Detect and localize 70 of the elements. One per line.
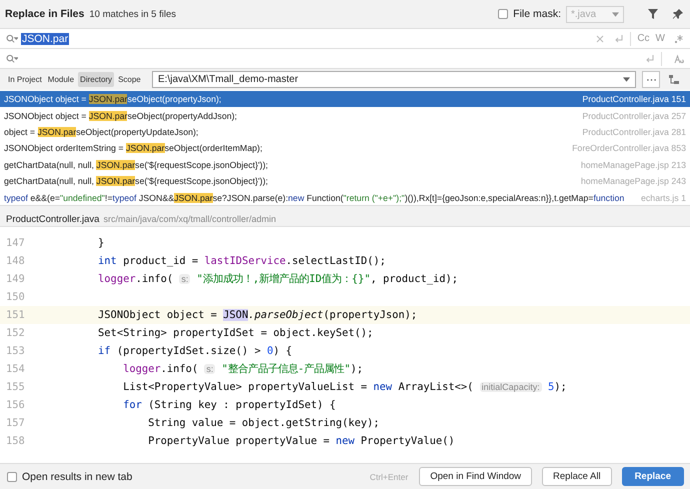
line-number: 148 xyxy=(5,255,26,267)
result-location: homeManagePage.jsp 243 xyxy=(580,176,686,186)
pin-icon[interactable] xyxy=(672,8,684,20)
scope-tab[interactable]: Scope xyxy=(116,72,143,87)
code-line: for (String key : propertyIdSet) { xyxy=(122,399,336,411)
result-row[interactable]: typeof e&&(e="undefined"!=typeof JSON&&JSON.parse?JSON.parse(e):new Function("return ("+e+");")()),Rx[t]={geoJson:e,specialAreas:n}},t.getMap=function echarts.js 1 xyxy=(0,189,690,206)
result-text: typeof e&&(e="undefined"!=typeof JSON&&JSON.parse?JSON.parse(e):new Function("return ("+e+");")()),Rx[t]={geoJson:e,specialAreas:n}},t.getMap=function xyxy=(4,192,624,203)
clear-icon[interactable] xyxy=(595,34,606,44)
line-number: 147 xyxy=(5,237,26,249)
shortcut-hint: Ctrl+Enter xyxy=(370,472,408,482)
code-line: logger.info( s: "添加成功！,新增产品的ID值为：{}", product_id); xyxy=(97,272,458,286)
result-text: getChartData(null, null, JSON.parse('${requestScope.jsonObject}')); xyxy=(4,176,268,186)
preview-file-path: src/main/java/com/xq/tmall/controller/admin xyxy=(103,214,276,224)
code-line: logger.info( s: "整合产品子信息-产品属性"); xyxy=(122,362,363,376)
newline-icon[interactable] xyxy=(614,34,624,44)
directory-field[interactable]: E:\java\XM\Tmall_demo-master xyxy=(152,71,636,88)
replace-field[interactable] xyxy=(0,48,690,68)
recursive-icon[interactable] xyxy=(668,74,680,86)
scope-tab[interactable]: Module xyxy=(46,72,76,87)
result-location: ProductController.java 281 xyxy=(582,126,686,137)
code-line: List<PropertyValue> propertyValueList = new ArrayList<>( initialCapacity: 5); xyxy=(122,381,567,393)
line-number: 157 xyxy=(5,417,26,429)
result-location: ProductController.java 151 xyxy=(582,94,686,104)
result-location: homeManagePage.jsp 213 xyxy=(580,160,686,170)
dialog-button[interactable]: Replace xyxy=(622,467,684,486)
preview-file-name: ProductController.java xyxy=(6,214,100,224)
line-number: 151 xyxy=(5,309,26,321)
line-number: 158 xyxy=(5,435,26,447)
match-summary: 10 matches in 5 files xyxy=(89,8,176,20)
line-number: 152 xyxy=(5,327,26,339)
code-line: PropertyValue propertyValue = new PropertyValue() xyxy=(147,435,455,447)
search-icon xyxy=(6,34,18,43)
new-tab-label: Open results in new tab xyxy=(22,470,132,482)
dialog-button[interactable]: Open in Find Window xyxy=(419,467,532,486)
result-location: ProductController.java 257 xyxy=(582,110,686,121)
file-mask-label: File mask: xyxy=(513,8,561,20)
regex-icon[interactable] xyxy=(674,34,684,44)
line-number: 149 xyxy=(5,273,26,285)
dropdown-arrow-icon[interactable] xyxy=(623,77,630,82)
new-tab-checkbox[interactable] xyxy=(7,472,17,482)
filter-icon[interactable] xyxy=(647,8,659,20)
search-icon xyxy=(6,54,18,63)
dropdown-arrow-icon[interactable] xyxy=(612,12,619,16)
line-number: 150 xyxy=(5,291,26,303)
result-row[interactable]: getChartData(null, null, JSON.parse('${requestScope.jsonObject}')); homeManagePage.jsp 243 xyxy=(0,172,690,190)
newline-icon[interactable] xyxy=(645,54,655,64)
result-row[interactable]: getChartData(null, null, JSON.parse('${requestScope.jsonObject}')); homeManagePage.jsp 213 xyxy=(0,156,690,173)
search-field[interactable]: JSON.par Cc W xyxy=(0,28,690,48)
line-number: 156 xyxy=(5,399,26,411)
line-number: 153 xyxy=(5,345,26,357)
browse-button[interactable] xyxy=(642,71,660,88)
line-number: 155 xyxy=(5,381,26,393)
file-mask-checkbox[interactable] xyxy=(498,9,508,19)
line-number: 154 xyxy=(5,363,26,375)
result-location: echarts.js 1 xyxy=(641,192,686,203)
code-line: if (propertyIdSet.size() > 0) { xyxy=(97,345,292,357)
result-row[interactable]: JSONObject orderItemString = JSON.parseObject(orderItemMap); ForeOrderController.java 853 xyxy=(0,140,690,157)
dialog-button[interactable]: Replace All xyxy=(542,467,612,486)
code-line: int product_id = lastIDService.selectLastID(); xyxy=(97,255,386,267)
result-text: JSONObject orderItemString = JSON.parseObject(orderItemMap); xyxy=(4,143,262,154)
code-line: JSONObject object = JSON.parseObject(propertyJson); xyxy=(97,309,418,321)
result-text: getChartData(null, null, JSON.parse('${requestScope.jsonObject}')); xyxy=(4,160,268,170)
code-line: String value = object.getString(key); xyxy=(147,417,380,429)
dialog-title: Replace in Files xyxy=(5,8,84,20)
scope-tab[interactable]: In Project xyxy=(6,72,44,87)
code-line: Set<String> propertyIdSet = object.keySet(); xyxy=(97,327,374,339)
scope-tab[interactable]: Directory xyxy=(78,72,114,87)
result-location: ForeOrderController.java 853 xyxy=(572,143,686,154)
preserve-case-icon[interactable] xyxy=(674,54,684,64)
code-line: } xyxy=(97,237,104,249)
